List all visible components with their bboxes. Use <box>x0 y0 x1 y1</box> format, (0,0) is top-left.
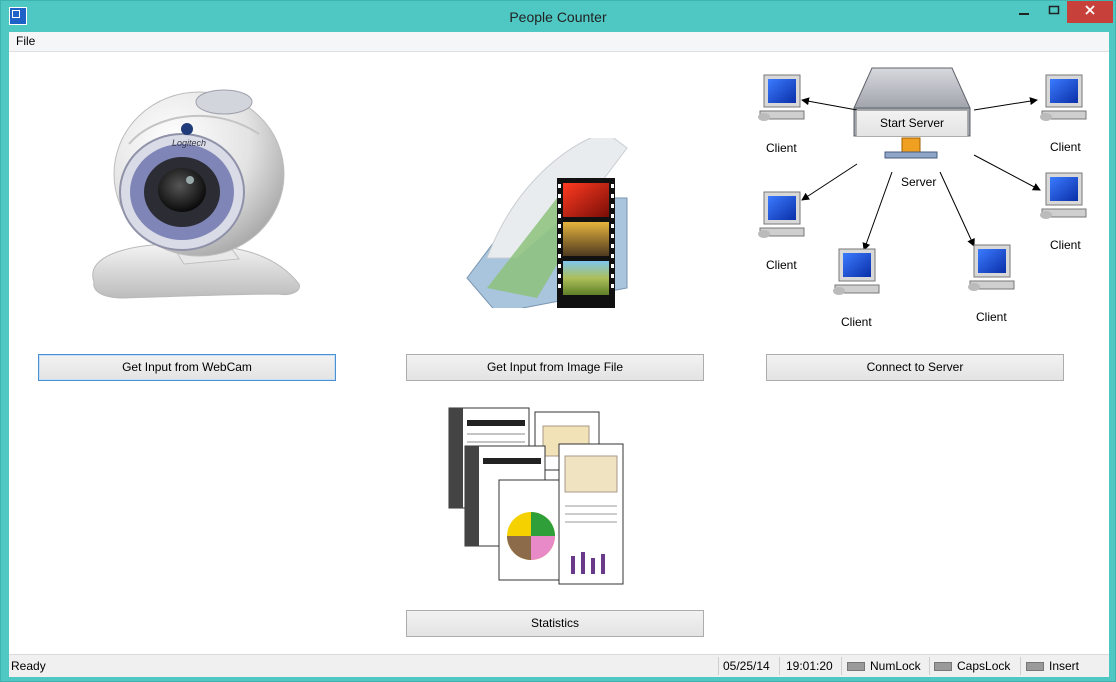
close-button[interactable] <box>1067 1 1113 23</box>
statistics-reports-image <box>448 407 624 585</box>
status-separator <box>718 657 719 675</box>
minimize-button[interactable] <box>1007 1 1041 23</box>
title-bar[interactable]: People Counter <box>1 1 1115 32</box>
status-time: 19:01:20 <box>786 659 833 673</box>
server-label: Server <box>901 175 936 189</box>
status-bar: Ready 05/25/14 19:01:20 NumLock CapsLock… <box>9 654 1109 677</box>
client-label: Client <box>841 315 872 329</box>
status-date: 05/25/14 <box>723 659 770 673</box>
image-file-icon <box>466 138 628 308</box>
client-label: Client <box>1050 140 1081 154</box>
app-window: People Counter File Logitech Client Clie… <box>0 0 1116 682</box>
maximize-icon <box>1048 5 1060 15</box>
main-panel: Logitech Client Client Client Client Cli… <box>9 52 1109 654</box>
status-ready: Ready <box>11 659 46 673</box>
client-computer-5 <box>833 248 880 295</box>
server-network-diagram: Client Client Client Client Client Clien… <box>758 67 1087 329</box>
numlock-label: NumLock <box>870 659 921 673</box>
statistics-button[interactable]: Statistics <box>406 610 704 637</box>
insert-indicator: Insert <box>1026 659 1079 673</box>
client-computer-1 <box>758 74 805 121</box>
window-title: People Counter <box>509 9 607 25</box>
capslock-indicator: CapsLock <box>934 659 1010 673</box>
client-computer-3 <box>758 191 805 238</box>
minimize-icon <box>1019 13 1029 15</box>
menu-file[interactable]: File <box>16 34 35 48</box>
start-server-button[interactable]: Start Server <box>856 110 968 137</box>
image-file-input-button[interactable]: Get Input from Image File <box>406 354 704 381</box>
logitech-logo-text: Logitech <box>172 138 206 148</box>
status-separator <box>1020 657 1021 675</box>
client-computer-6 <box>968 244 1015 291</box>
close-icon <box>1085 5 1095 15</box>
numlock-led-icon <box>847 662 865 672</box>
connect-server-button[interactable]: Connect to Server <box>766 354 1064 381</box>
client-label: Client <box>1050 238 1081 252</box>
insert-label: Insert <box>1049 659 1080 673</box>
client-computer-4 <box>1040 172 1087 219</box>
client-computer-2 <box>1040 74 1087 121</box>
webcam-image: Logitech <box>92 89 300 299</box>
numlock-indicator: NumLock <box>847 659 921 673</box>
client-label: Client <box>766 141 797 155</box>
menu-bar: File <box>9 32 1109 52</box>
webcam-input-button[interactable]: Get Input from WebCam <box>38 354 336 381</box>
status-separator <box>779 657 780 675</box>
insert-led-icon <box>1026 662 1044 672</box>
client-label: Client <box>976 310 1007 324</box>
client-label: Client <box>766 258 797 272</box>
capslock-label: CapsLock <box>957 659 1011 673</box>
capslock-led-icon <box>934 662 952 672</box>
status-separator <box>841 657 842 675</box>
status-separator <box>929 657 930 675</box>
maximize-button[interactable] <box>1037 1 1071 23</box>
